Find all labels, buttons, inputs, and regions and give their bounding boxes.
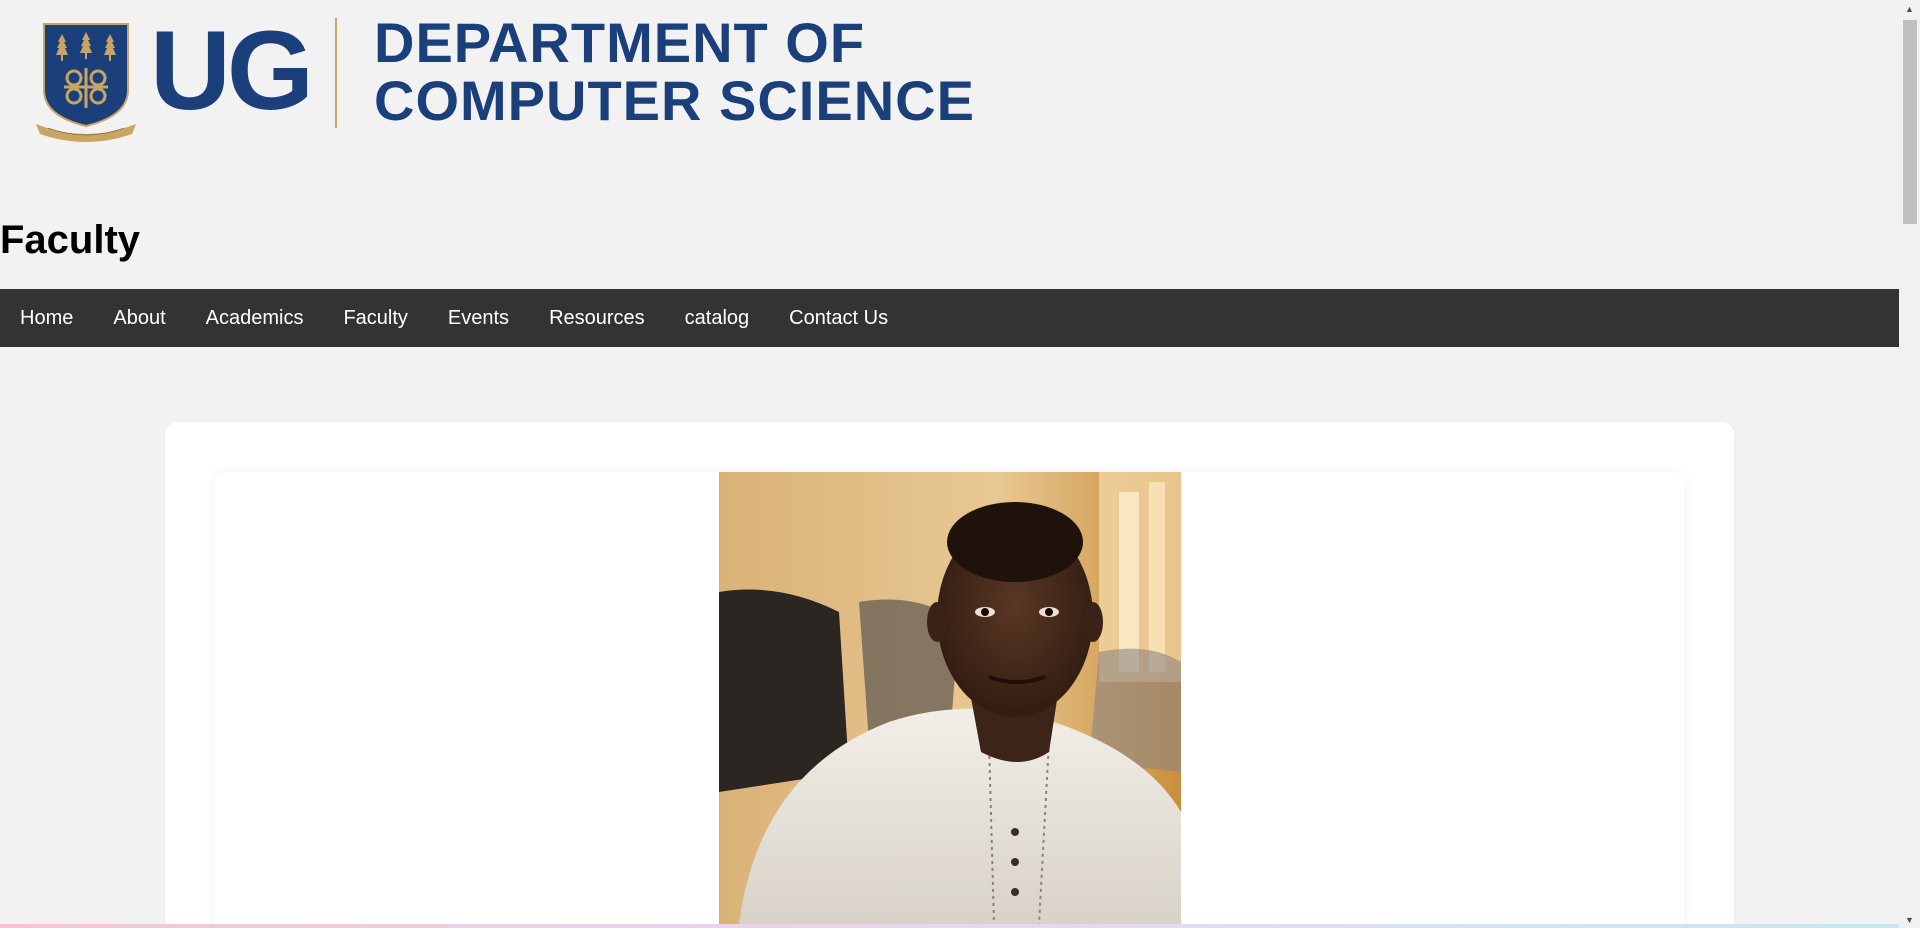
nav-item-contact-us[interactable]: Contact Us: [769, 289, 908, 347]
scroll-down-arrow-icon[interactable]: ▼: [1899, 911, 1920, 928]
bottom-accent-line: [0, 924, 1899, 928]
nav-item-events[interactable]: Events: [428, 289, 529, 347]
nav-item-faculty[interactable]: Faculty: [323, 289, 427, 347]
department-name: DEPARTMENT OF COMPUTER SCIENCE: [374, 14, 975, 130]
faculty-container: [165, 422, 1734, 928]
nav-item-about[interactable]: About: [93, 289, 185, 347]
faculty-card: [214, 472, 1684, 928]
scroll-up-arrow-icon[interactable]: ▲: [1899, 0, 1920, 17]
scrollbar-thumb[interactable]: [1903, 20, 1917, 224]
nav-item-home[interactable]: Home: [0, 289, 93, 347]
department-name-line2: COMPUTER SCIENCE: [374, 69, 975, 132]
ug-crest-logo[interactable]: [36, 20, 136, 142]
ug-logo-text: UG: [150, 8, 314, 133]
department-name-line1: DEPARTMENT OF: [374, 11, 866, 74]
nav-item-academics[interactable]: Academics: [186, 289, 324, 347]
site-header: UG DEPARTMENT OF COMPUTER SCIENCE: [0, 0, 1898, 160]
logo-divider: [335, 18, 337, 128]
nav-item-catalog[interactable]: catalog: [665, 289, 770, 347]
faculty-profile-photo: [719, 472, 1181, 924]
main-nav: Home About Academics Faculty Events Reso…: [0, 289, 1899, 347]
nav-item-resources[interactable]: Resources: [529, 289, 665, 347]
vertical-scrollbar[interactable]: ▲ ▼: [1899, 0, 1920, 928]
page-title: Faculty: [0, 218, 141, 262]
page: UG DEPARTMENT OF COMPUTER SCIENCE Facult…: [0, 0, 1920, 928]
